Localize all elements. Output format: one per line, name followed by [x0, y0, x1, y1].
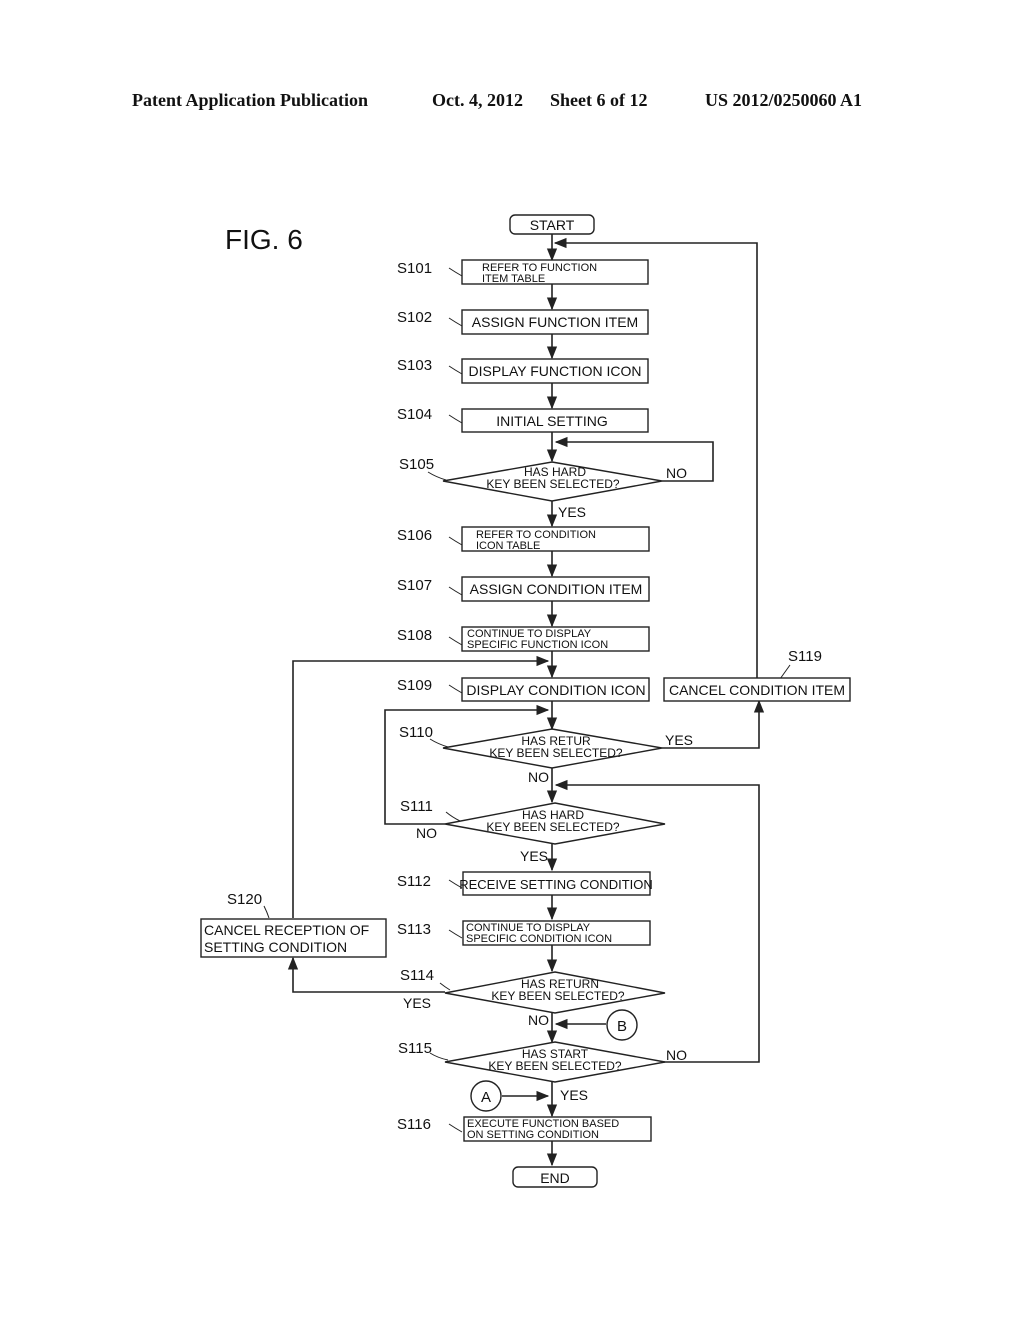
step-id-s102: S102 [397, 309, 432, 326]
s110-no-label: NO [528, 769, 549, 785]
connector-b: B [606, 1009, 638, 1041]
step-s109-text: DISPLAY CONDITION ICON [466, 682, 645, 698]
step-s120-line2: SETTING CONDITION [204, 939, 347, 955]
step-id-s104: S104 [397, 406, 432, 423]
s110-yes-label: YES [665, 732, 693, 748]
step-s120-line1: CANCEL RECEPTION OF [204, 922, 369, 938]
step-id-s120: S120 [227, 891, 262, 908]
step-s119: CANCEL CONDITION ITEM [663, 677, 851, 702]
step-s103-text: DISPLAY FUNCTION ICON [469, 363, 642, 379]
step-s107: ASSIGN CONDITION ITEM [461, 576, 650, 602]
step-s116-line2: ON SETTING CONDITION [467, 1129, 599, 1141]
decision-s111: HAS HARD KEY BEEN SELECTED? [444, 802, 666, 845]
s115-yes-label: YES [560, 1087, 588, 1103]
connector-b-label: B [617, 1018, 627, 1035]
step-s113-line2: SPECIFIC CONDITION ICON [466, 933, 612, 945]
step-id-s101: S101 [397, 260, 432, 277]
decision-s114-line2: KEY BEEN SELECTED? [491, 989, 624, 1003]
start-terminal: START [509, 214, 595, 235]
decision-s115-line2: KEY BEEN SELECTED? [488, 1059, 621, 1073]
step-s108-line2: SPECIFIC FUNCTION ICON [467, 639, 608, 651]
s115-no-label: NO [666, 1047, 687, 1063]
step-s101: REFER TO FUNCTION ITEM TABLE [461, 259, 649, 285]
step-id-s111: S111 [400, 798, 433, 815]
connector-a: A [470, 1080, 502, 1112]
decision-s105: HAS HARD KEY BEEN SELECTED? [442, 461, 663, 502]
step-s104-text: INITIAL SETTING [496, 413, 608, 429]
step-s116: EXECUTE FUNCTION BASED ON SETTING CONDIT… [463, 1116, 652, 1142]
flowchart: START END REFER TO FUNCTION ITEM TABLE A… [200, 214, 851, 1188]
step-s107-text: ASSIGN CONDITION ITEM [470, 581, 643, 597]
step-id-s108: S108 [397, 627, 432, 644]
step-s108: CONTINUE TO DISPLAY SPECIFIC FUNCTION IC… [461, 626, 650, 652]
edge-s119-to-s101 [553, 237, 758, 679]
step-id-s114: S114 [400, 967, 434, 984]
step-s102-text: ASSIGN FUNCTION ITEM [472, 314, 638, 330]
decision-s105-line2: KEY BEEN SELECTED? [486, 477, 619, 491]
connector-a-label: A [481, 1089, 491, 1106]
s105-yes-label: YES [558, 504, 586, 520]
end-label: END [540, 1170, 570, 1186]
decision-s110-line2: KEY BEEN SELECTED? [489, 746, 622, 760]
step-s109: DISPLAY CONDITION ICON [461, 677, 650, 702]
decision-s110: HAS RETUR KEY BEEN SELECTED? [442, 728, 663, 769]
s111-yes-label: YES [520, 848, 548, 864]
step-s112: RECEIVE SETTING CONDITION [459, 871, 653, 896]
start-label: START [530, 217, 575, 233]
step-id-s116: S116 [397, 1116, 431, 1133]
step-id-s106: S106 [397, 527, 432, 544]
s105-no-label: NO [666, 465, 687, 481]
decision-s111-line2: KEY BEEN SELECTED? [486, 820, 619, 834]
step-id-s112: S112 [397, 873, 431, 890]
step-s102: ASSIGN FUNCTION ITEM [461, 309, 649, 335]
step-id-s110: S110 [399, 724, 433, 741]
decision-s114: HAS RETURN KEY BEEN SELECTED? [444, 971, 666, 1014]
step-id-s113: S113 [397, 921, 431, 938]
step-id-s103: S103 [397, 357, 432, 374]
step-id-s105: S105 [399, 456, 434, 473]
step-id-s107: S107 [397, 577, 432, 594]
step-s119-text: CANCEL CONDITION ITEM [669, 682, 845, 698]
step-id-s119: S119 [788, 648, 822, 665]
step-id-s109: S109 [397, 677, 432, 694]
s114-yes-label: YES [403, 995, 431, 1011]
step-s104: INITIAL SETTING [461, 408, 649, 433]
step-s101-line2: ITEM TABLE [482, 273, 545, 285]
end-terminal: END [512, 1166, 598, 1188]
step-s103: DISPLAY FUNCTION ICON [461, 358, 649, 384]
decision-s115: HAS START KEY BEEN SELECTED? [444, 1041, 666, 1083]
step-s106: REFER TO CONDITION ICON TABLE [461, 526, 650, 552]
step-s112-text: RECEIVE SETTING CONDITION [459, 877, 653, 892]
step-id-s115: S115 [398, 1040, 432, 1057]
step-s113: CONTINUE TO DISPLAY SPECIFIC CONDITION I… [462, 920, 651, 946]
step-s120: CANCEL RECEPTION OF SETTING CONDITION [200, 918, 387, 958]
s111-no-label: NO [416, 825, 437, 841]
step-s106-line2: ICON TABLE [476, 540, 540, 552]
s114-no-label: NO [528, 1012, 549, 1028]
